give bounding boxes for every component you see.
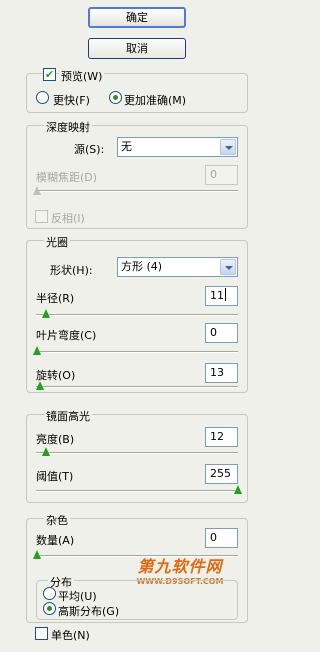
radio-faster-label: 更快(F) bbox=[53, 94, 90, 107]
source-select[interactable]: 无 bbox=[117, 137, 238, 157]
blur-focal-label: 模糊焦距(D) bbox=[36, 171, 98, 184]
blur-focal-slider-thumb[interactable] bbox=[33, 186, 41, 195]
radio-accurate[interactable] bbox=[109, 91, 122, 104]
shape-label: 形状(H): bbox=[50, 264, 93, 277]
blade-curvature-slider-thumb[interactable] bbox=[33, 346, 41, 355]
radio-gaussian[interactable] bbox=[43, 602, 56, 615]
monochrome-checkbox[interactable] bbox=[35, 627, 48, 640]
specular-legend: 镜面高光 bbox=[44, 408, 92, 424]
brightness-slider-thumb[interactable] bbox=[42, 447, 50, 456]
monochrome-label: 单色(N) bbox=[51, 629, 90, 642]
rotation-field[interactable]: 13 bbox=[205, 363, 238, 383]
cancel-button[interactable]: 取消 bbox=[88, 38, 186, 59]
threshold-slider-thumb[interactable] bbox=[234, 485, 242, 494]
blade-curvature-slider-track[interactable] bbox=[36, 351, 238, 353]
threshold-label: 阈值(T) bbox=[36, 470, 74, 483]
amount-label: 数量(A) bbox=[36, 534, 75, 547]
radius-slider-track[interactable] bbox=[36, 314, 238, 316]
iris-legend: 光圈 bbox=[44, 234, 70, 250]
radio-accurate-label: 更加准确(M) bbox=[124, 94, 187, 107]
blade-curvature-field[interactable]: 0 bbox=[205, 323, 238, 343]
blur-focal-slider-track[interactable] bbox=[36, 190, 238, 192]
invert-checkbox[interactable] bbox=[35, 210, 48, 223]
noise-legend: 杂色 bbox=[44, 512, 70, 528]
source-label: 源(S): bbox=[74, 143, 105, 156]
radius-value: 11 bbox=[210, 289, 224, 302]
amount-slider-thumb[interactable] bbox=[33, 550, 41, 559]
amount-field[interactable]: 0 bbox=[205, 528, 238, 548]
radius-field[interactable]: 11 bbox=[205, 286, 238, 306]
rotation-slider-track[interactable] bbox=[36, 386, 238, 388]
radius-slider-thumb[interactable] bbox=[42, 309, 50, 318]
radius-label: 半径(R) bbox=[36, 292, 75, 305]
watermark-title: 第九软件网 bbox=[137, 557, 223, 576]
threshold-slider-track[interactable] bbox=[36, 490, 238, 492]
blade-curvature-label: 叶片弯度(C) bbox=[36, 329, 97, 342]
brightness-label: 亮度(B) bbox=[36, 433, 75, 446]
chevron-down-icon bbox=[220, 259, 236, 275]
brightness-slider-track[interactable] bbox=[36, 452, 238, 454]
invert-label: 反相(I) bbox=[51, 212, 85, 225]
chevron-down-icon bbox=[220, 139, 236, 155]
shape-select[interactable]: 方形 (4) bbox=[117, 257, 238, 277]
depth-map-legend: 深度映射 bbox=[44, 119, 92, 135]
ok-button[interactable]: 确定 bbox=[88, 7, 186, 28]
threshold-field[interactable]: 255 bbox=[205, 464, 238, 484]
radio-faster[interactable] bbox=[36, 91, 49, 104]
radio-uniform-label: 平均(U) bbox=[58, 590, 97, 603]
preview-checkbox[interactable]: ✔ bbox=[43, 68, 56, 81]
shape-value: 方形 (4) bbox=[121, 260, 163, 273]
blur-focal-field[interactable]: 0 bbox=[205, 165, 238, 185]
source-value: 无 bbox=[121, 140, 132, 153]
radio-gaussian-label: 高斯分布(G) bbox=[58, 605, 120, 618]
brightness-field[interactable]: 12 bbox=[205, 427, 238, 447]
radio-uniform[interactable] bbox=[43, 587, 56, 600]
text-caret bbox=[225, 288, 226, 301]
rotation-slider-thumb[interactable] bbox=[36, 381, 44, 390]
preview-label: 预览(W) bbox=[59, 68, 105, 84]
